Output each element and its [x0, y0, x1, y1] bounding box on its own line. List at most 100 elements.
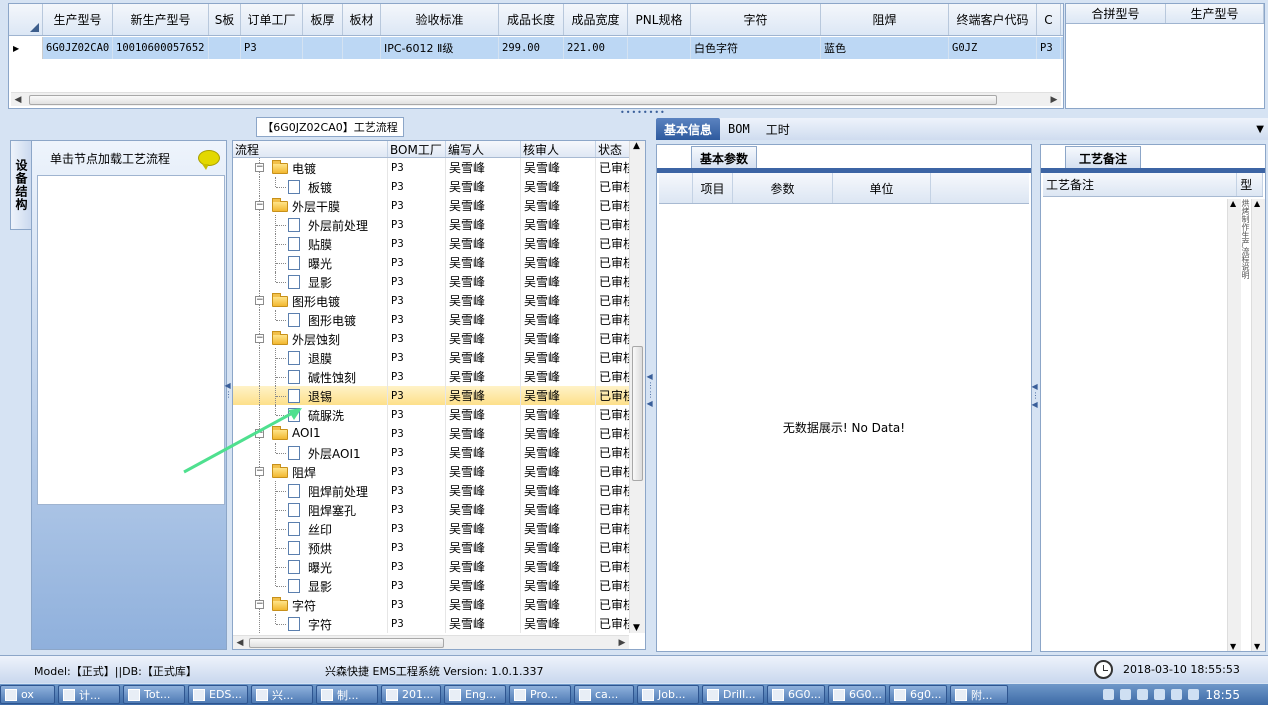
- table-cell[interactable]: P3: [1037, 37, 1061, 59]
- bom-factory-cell[interactable]: P3: [388, 310, 446, 329]
- taskbar-item[interactable]: Job...: [637, 685, 699, 704]
- column-header[interactable]: 状态: [596, 141, 631, 157]
- tree-node[interactable]: 字符: [233, 614, 388, 633]
- writer-cell[interactable]: 吴雪峰: [446, 443, 521, 462]
- column-header[interactable]: 板厚: [303, 4, 343, 35]
- tray-icon[interactable]: [1137, 689, 1149, 700]
- bom-factory-cell[interactable]: P3: [388, 329, 446, 348]
- column-header[interactable]: 订单工厂: [241, 4, 303, 35]
- scroll-down-icon[interactable]: ▼: [1254, 642, 1260, 651]
- reviewer-cell[interactable]: 吴雪峰: [521, 500, 596, 519]
- taskbar-clock[interactable]: 18:55: [1205, 688, 1240, 702]
- column-header[interactable]: 阻焊: [821, 4, 949, 35]
- writer-cell[interactable]: 吴雪峰: [446, 424, 521, 443]
- reviewer-cell[interactable]: 吴雪峰: [521, 196, 596, 215]
- writer-cell[interactable]: 吴雪峰: [446, 367, 521, 386]
- column-header[interactable]: 生产型号: [43, 4, 113, 35]
- bom-factory-cell[interactable]: P3: [388, 272, 446, 291]
- table-cell[interactable]: IPC-6012 Ⅱ级: [381, 37, 499, 59]
- tree-row[interactable]: 曝光 P3 吴雪峰 吴雪峰 已审核: [233, 253, 645, 272]
- table-cell[interactable]: P3: [241, 37, 303, 59]
- tree-row[interactable]: 阻焊塞孔 P3 吴雪峰 吴雪峰 已审核: [233, 500, 645, 519]
- taskbar-item[interactable]: 6G0...: [828, 685, 886, 704]
- tree-row[interactable]: − 字符 P3 吴雪峰 吴雪峰 已审核: [233, 595, 645, 614]
- scroll-up-icon[interactable]: ▲: [1230, 199, 1236, 208]
- table-cell[interactable]: 蓝色: [821, 37, 949, 59]
- tree-row[interactable]: 板镀 P3 吴雪峰 吴雪峰 已审核: [233, 177, 645, 196]
- tree-row[interactable]: 图形电镀 P3 吴雪峰 吴雪峰 已审核: [233, 310, 645, 329]
- tree-row[interactable]: 外层AOI1 P3 吴雪峰 吴雪峰 已审核: [233, 443, 645, 462]
- tree-node[interactable]: 碱性蚀刻: [233, 367, 388, 386]
- basic-params-title[interactable]: 基本参数: [691, 146, 757, 170]
- table-row[interactable]: ▶ 6G0JZ02CA0 10010600057652 P3 IPC-6012 …: [9, 37, 1063, 59]
- writer-cell[interactable]: 吴雪峰: [446, 158, 521, 177]
- bom-factory-cell[interactable]: P3: [388, 215, 446, 234]
- tray-icon[interactable]: [1154, 689, 1166, 700]
- tree-node[interactable]: 图形电镀: [233, 310, 388, 329]
- tree-row[interactable]: 退锡 P3 吴雪峰 吴雪峰 已审核: [233, 386, 645, 405]
- scroll-up-icon[interactable]: ▲: [633, 141, 640, 151]
- table-cell[interactable]: [303, 37, 343, 59]
- tab-process-flow[interactable]: 【6G0JZ02CA0】工艺流程: [256, 117, 404, 137]
- tree-node[interactable]: 显影: [233, 576, 388, 595]
- bom-factory-cell[interactable]: P3: [388, 443, 446, 462]
- reviewer-cell[interactable]: 吴雪峰: [521, 405, 596, 424]
- collapse-icon[interactable]: −: [255, 467, 264, 476]
- tree-node[interactable]: 阻焊前处理: [233, 481, 388, 500]
- bom-factory-cell[interactable]: P3: [388, 253, 446, 272]
- column-header[interactable]: 项目: [693, 173, 733, 203]
- craft-notes-title[interactable]: 工艺备注: [1065, 146, 1141, 170]
- bom-factory-cell[interactable]: P3: [388, 348, 446, 367]
- table-cell[interactable]: G0JZ: [949, 37, 1037, 59]
- reviewer-cell[interactable]: 吴雪峰: [521, 177, 596, 196]
- writer-cell[interactable]: 吴雪峰: [446, 177, 521, 196]
- writer-cell[interactable]: 吴雪峰: [446, 291, 521, 310]
- column-header[interactable]: C: [1037, 4, 1061, 35]
- table-cell[interactable]: 白色字符: [691, 37, 821, 59]
- tree-node[interactable]: 曝光: [233, 253, 388, 272]
- tree-node[interactable]: − 字符: [233, 595, 388, 614]
- tree-row[interactable]: 字符 P3 吴雪峰 吴雪峰 已审核: [233, 614, 645, 633]
- vertical-splitter[interactable]: ◀ ⋮: [225, 360, 233, 420]
- bom-factory-cell[interactable]: P3: [388, 614, 446, 633]
- tab-basic-info[interactable]: 基本信息: [656, 118, 721, 140]
- tray-icon[interactable]: [1171, 689, 1183, 700]
- reviewer-cell[interactable]: 吴雪峰: [521, 272, 596, 291]
- bom-factory-cell[interactable]: P3: [388, 405, 446, 424]
- taskbar-item[interactable]: ox: [0, 685, 55, 704]
- writer-cell[interactable]: 吴雪峰: [446, 614, 521, 633]
- taskbar-item[interactable]: 计...: [58, 685, 120, 704]
- scrollbar-thumb[interactable]: [249, 638, 444, 648]
- table-cell[interactable]: 221.00: [564, 37, 628, 59]
- tree-row[interactable]: 外层前处理 P3 吴雪峰 吴雪峰 已审核: [233, 215, 645, 234]
- tree-node[interactable]: − 图形电镀: [233, 291, 388, 310]
- scroll-left-icon[interactable]: ◀: [233, 636, 247, 649]
- writer-cell[interactable]: 吴雪峰: [446, 386, 521, 405]
- tree-node[interactable]: − 阻焊: [233, 462, 388, 481]
- tab-equipment-structure[interactable]: 设备结构: [10, 140, 32, 230]
- reviewer-cell[interactable]: 吴雪峰: [521, 481, 596, 500]
- collapse-icon[interactable]: −: [255, 201, 264, 210]
- tray-icon[interactable]: [1188, 689, 1200, 700]
- writer-cell[interactable]: 吴雪峰: [446, 538, 521, 557]
- tree-node[interactable]: 贴膜: [233, 234, 388, 253]
- taskbar-item[interactable]: Eng...: [444, 685, 506, 704]
- tree-row[interactable]: 硫脲洗 P3 吴雪峰 吴雪峰 已审核: [233, 405, 645, 424]
- writer-cell[interactable]: 吴雪峰: [446, 405, 521, 424]
- column-header[interactable]: 参数: [733, 173, 833, 203]
- collapse-icon[interactable]: −: [255, 600, 264, 609]
- tree-row[interactable]: 丝印 P3 吴雪峰 吴雪峰 已审核: [233, 519, 645, 538]
- bom-factory-cell[interactable]: P3: [388, 177, 446, 196]
- column-header[interactable]: 板材: [343, 4, 381, 35]
- writer-cell[interactable]: 吴雪峰: [446, 196, 521, 215]
- reviewer-cell[interactable]: 吴雪峰: [521, 462, 596, 481]
- reviewer-cell[interactable]: 吴雪峰: [521, 538, 596, 557]
- column-header[interactable]: 成品宽度: [564, 4, 628, 35]
- reviewer-cell[interactable]: 吴雪峰: [521, 614, 596, 633]
- column-header[interactable]: PNL规格: [628, 4, 691, 35]
- scroll-right-icon[interactable]: ▶: [1047, 93, 1061, 107]
- taskbar-item[interactable]: Tot...: [123, 685, 185, 704]
- bom-factory-cell[interactable]: P3: [388, 424, 446, 443]
- scrollbar-thumb[interactable]: [29, 95, 997, 105]
- tree-row[interactable]: 退膜 P3 吴雪峰 吴雪峰 已审核: [233, 348, 645, 367]
